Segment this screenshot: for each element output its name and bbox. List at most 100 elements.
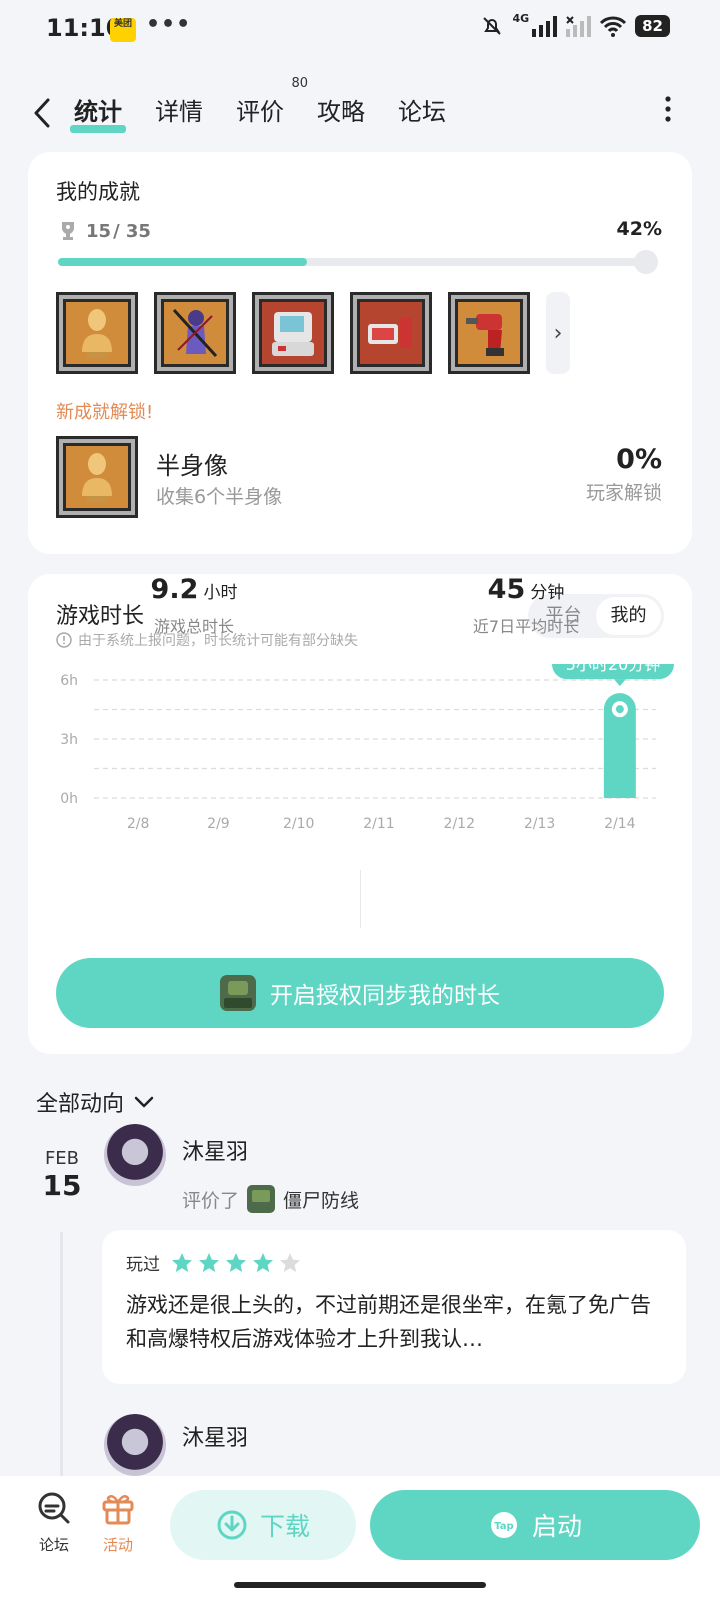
playtime-card: 游戏时长 由于系统上报问题，时长统计可能有部分缺失 平台 我的 6h 3h 0h 2/…	[28, 574, 692, 1054]
chevron-right-icon[interactable]: ›	[546, 292, 570, 374]
new-achievement-label: 新成就解锁!	[56, 402, 154, 423]
signal-2-icon	[566, 16, 592, 37]
chart-x-tick: 2/8	[127, 816, 150, 832]
download-icon	[217, 1510, 247, 1540]
drill-icon[interactable]	[448, 292, 530, 374]
chart-x-tick: 2/10	[283, 816, 314, 832]
device-icon[interactable]	[350, 292, 432, 374]
avg-playtime-value: 45	[487, 574, 526, 605]
meituan-app-icon: 美团	[110, 18, 136, 42]
bottom-bar: 论坛 活动 下载 Tap 启动	[0, 1476, 720, 1600]
mute-bell-icon	[483, 17, 502, 35]
review-card[interactable]: 玩过 游戏还是很上头的，不过前期还是很坐牢，在氪了免广告和高爆特权后游戏体验才上…	[102, 1230, 686, 1384]
sync-playtime-button[interactable]: 开启授权同步我的时长	[56, 958, 664, 1028]
tab-reviews-label: 评价	[236, 98, 284, 126]
machine-icon[interactable]	[252, 292, 334, 374]
total-playtime-label: 游戏总时长	[153, 617, 234, 636]
chart-tooltip-text: 5小时20分钟	[566, 664, 661, 674]
progress-end-icon	[634, 250, 658, 274]
new-achievement-desc: 收集6个半身像	[156, 486, 283, 508]
avg-playtime-label: 近7日平均时长	[472, 617, 580, 636]
back-arrow-icon[interactable]	[30, 96, 58, 130]
achievement-progress-bar	[58, 250, 658, 274]
chart-tooltip-pointer	[613, 679, 626, 687]
feed-username[interactable]: 沐星羽	[182, 1420, 248, 1452]
status-bar: 11:10 美团 ••• 4G 82	[0, 0, 720, 62]
feed-date-month: FEB	[44, 1148, 80, 1169]
chart-y-tick: 0h	[60, 791, 78, 807]
more-vertical-icon[interactable]	[664, 96, 672, 122]
chart-y-tick: 6h	[60, 673, 78, 689]
star-empty-icon	[280, 1252, 300, 1272]
trophy-icon	[62, 222, 74, 240]
review-rating-row: 玩过	[126, 1250, 302, 1275]
chart-x-tick: 2/12	[444, 816, 475, 832]
new-achievement-percent-label: 玩家解锁	[585, 482, 662, 504]
chart-x-tick: 2/13	[524, 816, 555, 832]
feed-filter-label: 全部动向	[36, 1092, 125, 1117]
bust-icon	[56, 436, 138, 518]
bust-icon[interactable]	[56, 292, 138, 374]
sync-button-label: 开启授权同步我的时长	[270, 983, 500, 1009]
achievement-progress-fill	[58, 258, 307, 266]
tab-stats[interactable]: 统计	[70, 92, 126, 133]
star-filled-icon	[253, 1252, 273, 1272]
taptap-icon: Tap	[490, 1512, 517, 1538]
tab-reviews[interactable]: 评价 80	[236, 76, 308, 127]
activity-button[interactable]: 活动	[90, 1490, 146, 1555]
avatar[interactable]	[104, 1414, 166, 1476]
avg-playtime-unit: 分钟	[530, 583, 565, 603]
feed-filter[interactable]: 全部动向	[36, 1086, 154, 1118]
new-achievement-badge[interactable]	[56, 436, 138, 518]
new-achievement-percent: 0%	[616, 444, 662, 475]
network-label: 4G	[512, 11, 530, 25]
achievement-count: 15/ 35	[58, 220, 151, 242]
achievement-unlocked: 15	[86, 220, 112, 242]
new-achievement-name: 半身像	[156, 452, 228, 480]
avatar[interactable]	[104, 1124, 166, 1186]
feed-date-day: 15	[42, 1169, 82, 1202]
chart-bar-marker-dot	[615, 705, 624, 714]
playtime-chart: 6h 3h 0h 2/8 2/9 2/10 2/11 2/12 2/13 2/14 5小时20分钟	[60, 664, 674, 832]
avg-playtime-stat: 45 分钟 近7日平均时长	[360, 574, 692, 637]
feed-game-name[interactable]: 僵尸防线	[283, 1186, 359, 1213]
home-indicator	[234, 1582, 486, 1588]
chart-y-tick: 3h	[60, 732, 78, 748]
tab-details[interactable]: 详情	[155, 92, 203, 127]
achievement-percent: 42%	[616, 218, 662, 240]
total-playtime-unit: 小时	[203, 583, 238, 603]
tab-guides[interactable]: 攻略	[317, 92, 365, 127]
achievements-card: 我的成就 15/ 35 42% › 新成就解锁! 半身像 收集6个半身像 0%	[28, 152, 692, 554]
star-filled-icon	[172, 1252, 192, 1272]
total-playtime-stat: 9.2 小时 游戏总时长	[28, 574, 360, 637]
game-icon	[220, 975, 256, 1011]
battery-indicator: 82	[635, 15, 670, 37]
swordgirl-icon[interactable]	[154, 292, 236, 374]
wifi-icon	[600, 16, 627, 37]
achievements-title: 我的成就	[56, 180, 140, 204]
signal-icon	[532, 16, 558, 37]
feed-action-label: 评价了	[182, 1189, 240, 1212]
forum-icon	[38, 1492, 70, 1524]
total-playtime-value: 9.2	[150, 574, 199, 605]
feed-username[interactable]: 沐星羽	[182, 1134, 248, 1166]
download-button[interactable]: 下载	[170, 1490, 356, 1560]
tab-forum[interactable]: 论坛	[398, 92, 446, 127]
launch-label: 启动	[531, 1512, 582, 1541]
review-text: 游戏还是很上头的，不过前期还是很坐牢，在氪了免广告和高爆特权后游戏体验才上升到我…	[126, 1293, 651, 1351]
top-nav: 统计 详情 评价 80 攻略 论坛	[0, 76, 720, 138]
feed-action: 评价了 僵尸防线	[182, 1185, 359, 1213]
launch-button[interactable]: Tap 启动	[370, 1490, 700, 1560]
reviews-count-badge: 80	[291, 76, 308, 91]
forum-button[interactable]: 论坛	[26, 1490, 82, 1555]
chevron-down-icon	[134, 1096, 154, 1108]
download-label: 下载	[259, 1512, 310, 1541]
status-more-icon: •••	[146, 12, 192, 37]
star-rating	[170, 1251, 302, 1275]
gift-icon	[102, 1494, 134, 1525]
stats-divider	[360, 870, 361, 928]
taptap-label: Tap	[494, 1521, 513, 1532]
activity-label: 活动	[102, 1536, 133, 1554]
star-filled-icon	[199, 1252, 219, 1272]
star-filled-icon	[226, 1252, 246, 1272]
